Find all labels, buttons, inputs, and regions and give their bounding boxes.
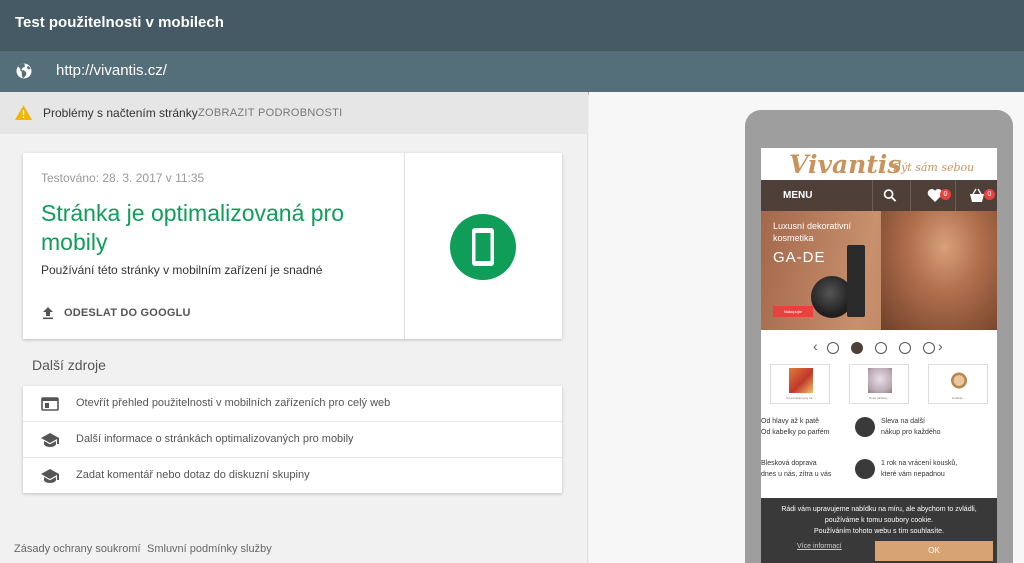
resource-label: Otevřít přehled použitelnosti v mobilníc… [76, 397, 391, 409]
test-timestamp: Testováno: 28. 3. 2017 v 11:35 [41, 171, 205, 185]
product-tile: Kosmetické sety za ... [770, 364, 830, 404]
feature-text: Od hlavy až k patě Od kabelky po parfém [761, 416, 829, 438]
chevron-right-icon: › [938, 338, 943, 354]
terms-link[interactable]: Smluvní podmínky služby [147, 543, 272, 555]
resource-item-forum[interactable]: Zadat komentář nebo dotaz do diskuzní sk… [23, 457, 562, 492]
phone-frame: Vivantis Být sám sebou MENU 0 0 Luxusní … [745, 110, 1013, 563]
chevron-left-icon: ‹ [813, 338, 818, 354]
app-header: Test použitelnosti v mobilech [0, 0, 1024, 51]
banner-shop-button: Nakupujte [773, 306, 813, 317]
submit-to-google-button[interactable]: ODESLAT DO GOOGLU [41, 303, 191, 323]
submit-label: ODESLAT DO GOOGLU [64, 307, 191, 319]
school-icon [41, 469, 59, 483]
warning-icon [15, 105, 32, 120]
cookie-more-info-link: Více informací [797, 543, 842, 550]
feature-line: Od kabelky po parfém [761, 429, 830, 436]
nav-divider [910, 180, 911, 211]
carousel-dot [827, 342, 839, 354]
verdict-heading: Stránka je optimalizovaná pro mobily [41, 200, 344, 255]
product-tile: Nové parfémy ... [849, 364, 909, 404]
banner-product [847, 245, 865, 317]
feature-text: Blesková doprava dnes u nás, zítra u vás [761, 458, 831, 480]
resources-heading: Další zdroje [32, 357, 106, 373]
feature-text: 1 rok na vrácení kousků, které vám nepad… [881, 458, 957, 480]
feature-line: Blesková doprava [761, 460, 817, 467]
cookie-line: Rádi vám upravujeme nabídku na míru, ale… [781, 506, 977, 513]
browser-window-icon [41, 397, 59, 411]
cookie-text: Rádi vám upravujeme nabídku na míru, ale… [761, 504, 997, 537]
feature-line: nákup pro každého [881, 429, 941, 436]
warning-text: Problémy s načtením stránky [43, 106, 198, 120]
product-image [868, 368, 892, 393]
feature-text: Sleva na další nákup pro každého [881, 416, 941, 438]
menu-label: MENU [783, 190, 813, 201]
banner-text: Luxusní dekorativní [773, 221, 852, 231]
globe-icon [16, 63, 32, 79]
preview-pane: Vivantis Být sám sebou MENU 0 0 Luxusní … [589, 92, 1024, 563]
smartphone-icon [472, 228, 494, 266]
site-logo: Vivantis [789, 150, 902, 179]
cookie-line: Používáním tohoto webu s tím souhlasíte. [814, 528, 944, 535]
load-issues-bar: Problémy s načtením stránky ZOBRAZIT POD… [0, 92, 588, 134]
page-screenshot: Vivantis Být sám sebou MENU 0 0 Luxusní … [761, 148, 997, 563]
result-card: Testováno: 28. 3. 2017 v 11:35 Stránka j… [23, 153, 562, 339]
product-caption: Hodinky ... [951, 396, 967, 400]
product-caption: Kosmetické sety za ... [786, 396, 816, 400]
cookie-line: používáme k tomu soubory cookie. [824, 517, 934, 524]
mobile-friendly-badge [450, 214, 516, 280]
carousel-dot [875, 342, 887, 354]
site-tagline: Být sám sebou [893, 161, 975, 174]
tested-url[interactable]: http://vivantis.cz/ [56, 62, 167, 79]
banner-brand: GA-DE [773, 249, 826, 266]
carousel-dot [899, 342, 911, 354]
promo-banner: Luxusní dekorativní kosmetika GA-DE Naku… [761, 211, 997, 330]
feature-line: dnes u nás, zítra u vás [761, 471, 832, 478]
cookie-banner: Rádi vám upravujeme nabídku na míru, ale… [761, 498, 997, 563]
app-title: Test použitelnosti v mobilech [15, 14, 224, 31]
results-pane: Problémy s načtením stránky ZOBRAZIT POD… [0, 92, 588, 563]
card-divider [404, 153, 405, 339]
carousel-controls: ‹ › [813, 338, 945, 355]
feature-line: které vám nepadnou [881, 471, 945, 478]
feature-line: Od hlavy až k patě [761, 418, 819, 425]
cookie-ok-button: OK [875, 541, 993, 561]
resource-item-site-report[interactable]: Otevřít přehled použitelnosti v mobilníc… [23, 386, 562, 421]
show-details-button[interactable]: ZOBRAZIT PODROBNOSTI [198, 107, 343, 119]
resource-label: Další informace o stránkách optimalizova… [76, 433, 354, 445]
resource-label: Zadat komentář nebo dotaz do diskuzní sk… [76, 469, 310, 481]
carousel-dot-active [851, 342, 863, 354]
url-bar[interactable]: http://vivantis.cz/ [0, 51, 1024, 92]
feature-line: 1 rok na vrácení kousků, [881, 460, 958, 467]
tag-icon [855, 417, 875, 437]
nav-divider [955, 180, 956, 211]
school-icon [41, 433, 59, 447]
search-icon [883, 189, 897, 202]
banner-text: kosmetika [773, 233, 814, 243]
product-image [947, 368, 971, 393]
resource-item-learn-more[interactable]: Další informace o stránkách optimalizova… [23, 421, 562, 456]
banner-photo [881, 211, 997, 330]
feature-line: Sleva na další [881, 418, 925, 425]
privacy-link[interactable]: Zásady ochrany soukromí [14, 543, 141, 555]
nav-divider [872, 180, 873, 211]
wishlist-count-badge: 0 [940, 189, 951, 200]
product-caption: Nové parfémy ... [868, 396, 891, 400]
cart-count-badge: 0 [984, 189, 995, 200]
product-image [789, 368, 813, 393]
site-navbar: MENU 0 0 [761, 180, 997, 211]
return-icon [855, 459, 875, 479]
resources-list: Otevřít přehled použitelnosti v mobilníc… [23, 386, 562, 493]
carousel-dot [923, 342, 935, 354]
basket-icon [970, 188, 984, 202]
upload-icon [43, 307, 53, 320]
product-tile: Hodinky ... [928, 364, 988, 404]
verdict-description: Používání této stránky v mobilním zaříze… [41, 263, 323, 277]
